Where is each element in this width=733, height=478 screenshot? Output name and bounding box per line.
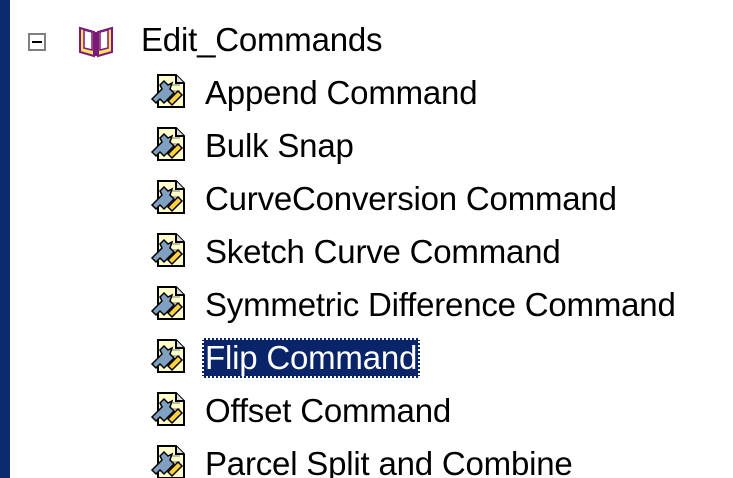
- tree-item-label: Bulk Snap: [205, 127, 354, 164]
- tree-item[interactable]: CurveConversion Command: [202, 174, 620, 224]
- tree-root-label: Edit_Commands: [141, 21, 383, 58]
- tool-script-icon: [150, 283, 190, 323]
- tree-item-label: Symmetric Difference Command: [205, 286, 676, 323]
- tree-item-label: Append Command: [205, 74, 478, 111]
- book-icon: [76, 20, 116, 60]
- tree-item[interactable]: Flip Command: [202, 333, 421, 383]
- tree-item[interactable]: Symmetric Difference Command: [202, 280, 679, 330]
- tree-item[interactable]: Bulk Snap: [202, 121, 357, 171]
- tool-script-icon: [150, 230, 190, 270]
- tool-script-icon: [150, 389, 190, 429]
- tree-item[interactable]: Offset Command: [202, 386, 454, 436]
- collapse-toggle[interactable]: [28, 33, 46, 51]
- tree-item[interactable]: Parcel Split and Combine: [202, 439, 576, 478]
- window-frame: Edit_Commands Append Command Bulk Snap Cur…: [0, 0, 733, 478]
- tool-script-icon: [150, 336, 190, 376]
- tool-script-icon: [150, 177, 190, 217]
- tree-item-label: Sketch Curve Command: [205, 233, 561, 270]
- tool-script-icon: [150, 124, 190, 164]
- tree-view[interactable]: Edit_Commands Append Command Bulk Snap Cur…: [10, 0, 733, 478]
- tool-script-icon: [150, 442, 190, 478]
- tree-item-label: Offset Command: [205, 392, 452, 429]
- tree-item-label: CurveConversion Command: [205, 180, 617, 217]
- tool-script-icon: [150, 71, 190, 111]
- tree-item-label-selected: Flip Command: [202, 338, 421, 378]
- tree-item[interactable]: Sketch Curve Command: [202, 227, 563, 277]
- tree-root-item[interactable]: Edit_Commands: [138, 15, 385, 65]
- tree-item[interactable]: Append Command: [202, 68, 480, 118]
- tree-item-label: Parcel Split and Combine: [205, 445, 573, 478]
